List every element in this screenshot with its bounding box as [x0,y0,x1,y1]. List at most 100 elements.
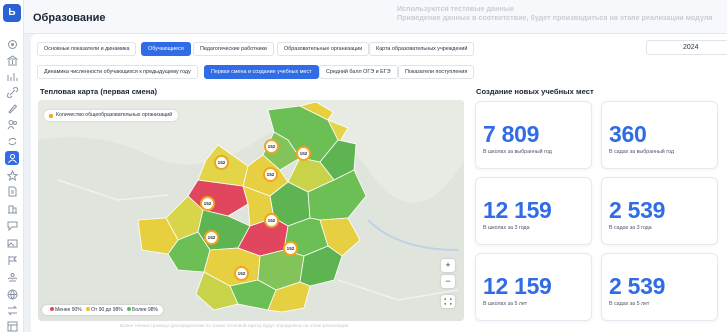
hands-icon[interactable] [5,270,19,284]
card-value: 2 539 [609,197,666,223]
page-title: Образование [33,12,106,24]
card-caption: В школах за 3 года [483,225,530,231]
chat-icon[interactable] [5,218,19,232]
sync-icon-glyph [8,137,16,145]
tab-students[interactable]: Обучающиеся [141,42,191,56]
brush-icon-glyph [7,103,17,114]
table-icon[interactable] [5,319,19,332]
notice-line-2: Приведение данных в соответствие, будет … [397,13,713,22]
tab-exam-scores[interactable]: Средний балл ОГЭ и ЕГЭ [319,65,398,79]
legend-label-mid: От 90 до 98% [91,307,123,313]
fullscreen-button[interactable] [441,295,455,308]
map-marker[interactable]: 152 [200,196,215,211]
legend-dot-mid [86,307,91,311]
map-marker[interactable]: 152 [263,167,278,182]
year-value: 2024 [683,44,699,51]
document-icon-glyph [8,186,16,196]
building-icon[interactable] [5,201,19,215]
transfer-icon-glyph [7,305,17,315]
target-icon[interactable] [5,37,19,51]
users-icon[interactable] [5,117,19,131]
card-schools-5-years: 12 159 В школах за 5 лет [475,253,592,321]
legend-dot-low [50,307,54,311]
card-schools-3-years: 12 159 В школах за 3 года [475,177,592,245]
tab-main-indicators[interactable]: Основные показатели и динамика [37,42,137,56]
flag-icon-glyph [8,255,17,265]
flag-icon[interactable] [5,253,19,267]
heatmap-map[interactable]: Количество общеобразовательных организац… [38,100,464,321]
map-marker[interactable]: 152 [264,139,279,154]
tab-teachers[interactable]: Педагогические работники [193,42,274,56]
legend-marker-dot [49,114,53,118]
map-marker[interactable]: 152 [264,213,279,228]
legend-label-low: Менее 90% [55,307,82,313]
brush-icon[interactable] [5,101,19,115]
hands-icon-glyph [7,272,17,281]
card-caption: В садах за 3 года [609,225,652,231]
notice-line-1: Используются тестовые данные [397,4,514,13]
institution-icon-glyph [6,54,18,65]
globe-icon[interactable] [5,287,19,301]
map-legend-shares: Менее 90% От 90 до 98% Более 98% [42,305,163,315]
map-marker[interactable]: 152 [283,241,298,256]
tab-enrollment-dynamics[interactable]: Динамика численности обучающихся к преды… [37,65,198,79]
star-icon[interactable] [5,168,19,182]
card-caption: В садах за 5 лет [609,301,650,307]
building-icon-glyph [7,205,17,213]
card-value: 2 539 [609,273,666,299]
card-caption: В школах за 5 лет [483,301,528,307]
legend-label-high: Более 98% [132,307,158,313]
chart-icon-glyph [7,72,17,81]
link-icon[interactable] [5,85,19,99]
map-marker[interactable]: 152 [214,155,229,170]
users-icon-glyph [7,119,17,129]
card-caption: В садах за выбранный год [609,149,674,155]
expand-icon [444,298,452,305]
transfer-icon[interactable] [5,303,19,317]
map-terrain [38,100,464,321]
globe-icon-glyph [7,289,17,300]
sync-icon[interactable] [5,134,19,148]
card-caption: В школах за выбранный год [483,149,552,155]
map-legend-label: Количество общеобразовательных организац… [56,112,173,118]
link-icon-glyph [6,86,18,98]
map-marker[interactable]: 152 [234,266,249,281]
image-icon[interactable] [5,236,19,250]
tab-admission[interactable]: Показатели поступления [398,65,475,79]
test-data-notice: Используются тестовые данные Приведение … [397,4,727,22]
card-value: 12 159 [483,197,552,223]
chat-icon-glyph [7,221,17,231]
card-value: 360 [609,121,647,147]
map-marker[interactable]: 152 [204,230,219,245]
tab-institutions-map[interactable]: Карта образовательных учреждений [369,42,475,56]
heatmap-footnote: Более точные границы (распределение по з… [120,323,349,328]
year-select[interactable]: 2024 ▼ [646,40,727,55]
map-marker[interactable]: 152 [296,146,311,161]
map-legend-organizations: Количество общеобразовательных организац… [44,110,179,121]
star-icon-glyph [6,169,18,181]
app-logo[interactable]: Ь [3,4,21,22]
tab-first-shift[interactable]: Первая смена и создание учебных мест [204,65,319,79]
card-value: 7 809 [483,121,540,147]
chart-icon[interactable] [5,69,19,83]
institution-icon[interactable] [5,53,19,67]
card-schools-year: 7 809 В школах за выбранный год [475,101,592,169]
card-kindergartens-year: 360 В садах за выбранный год [601,101,718,169]
header: Образование Используются тестовые данные… [24,0,727,34]
person-icon[interactable] [5,151,19,165]
card-kindergartens-3-years: 2 539 В садах за 3 года [601,177,718,245]
places-title: Создание новых учебных мест [476,87,594,96]
card-kindergartens-5-years: 2 539 В садах за 5 лет [601,253,718,321]
sidebar: Ь [0,0,24,332]
person-icon-glyph [7,153,17,163]
document-icon[interactable] [5,184,19,198]
tab-organizations[interactable]: Образовательные организации [277,42,370,56]
image-icon-glyph [7,239,17,247]
legend-dot-high [127,307,132,311]
target-icon-glyph [7,39,17,49]
heatmap-title: Тепловая карта (первая смена) [40,87,158,96]
card-value: 12 159 [483,273,552,299]
zoom-out-button[interactable]: − [441,275,455,288]
zoom-in-button[interactable]: + [441,259,455,272]
table-icon-glyph [7,321,17,331]
